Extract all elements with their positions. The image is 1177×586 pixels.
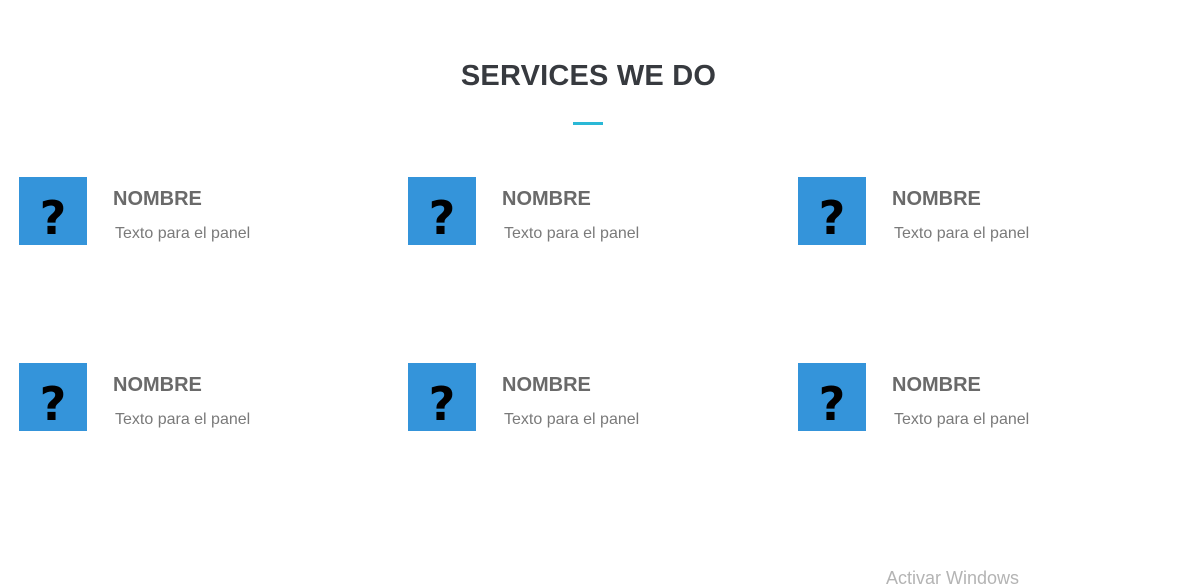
icon-glyph: ? bbox=[39, 191, 67, 245]
icon-glyph: ? bbox=[818, 191, 846, 245]
icon-glyph: ? bbox=[428, 377, 456, 431]
section-title: SERVICES WE DO bbox=[460, 60, 717, 92]
title-divider bbox=[573, 122, 603, 125]
question-mark-icon: ? bbox=[798, 177, 866, 245]
service-text: Texto para el panel bbox=[504, 225, 640, 242]
service-text: Texto para el panel bbox=[894, 225, 1030, 242]
service-text: Texto para el panel bbox=[504, 411, 640, 428]
service-name: NOMBRE bbox=[892, 374, 981, 396]
service-card: ? NOMBRE Texto para el panel bbox=[798, 177, 1158, 257]
question-mark-icon: ? bbox=[408, 177, 476, 245]
services-page: SERVICES WE DO ? NOMBRE Texto para el pa… bbox=[0, 0, 1177, 586]
service-card: ? NOMBRE Texto para el panel bbox=[19, 177, 379, 257]
question-mark-icon: ? bbox=[408, 363, 476, 431]
service-name: NOMBRE bbox=[502, 374, 591, 396]
service-text: Texto para el panel bbox=[894, 411, 1030, 428]
question-mark-icon: ? bbox=[19, 363, 87, 431]
service-card: ? NOMBRE Texto para el panel bbox=[408, 363, 768, 443]
service-card: ? NOMBRE Texto para el panel bbox=[19, 363, 379, 443]
activate-windows-watermark: Activar Windows bbox=[886, 568, 1020, 586]
service-name: NOMBRE bbox=[113, 374, 202, 396]
question-mark-icon: ? bbox=[19, 177, 87, 245]
question-mark-icon: ? bbox=[798, 363, 866, 431]
service-card: ? NOMBRE Texto para el panel bbox=[408, 177, 768, 257]
service-name: NOMBRE bbox=[892, 188, 981, 210]
service-name: NOMBRE bbox=[502, 188, 591, 210]
icon-glyph: ? bbox=[428, 191, 456, 245]
icon-glyph: ? bbox=[39, 377, 67, 431]
service-name: NOMBRE bbox=[113, 188, 202, 210]
service-text: Texto para el panel bbox=[115, 225, 251, 242]
icon-glyph: ? bbox=[818, 377, 846, 431]
service-card: ? NOMBRE Texto para el panel bbox=[798, 363, 1158, 443]
service-text: Texto para el panel bbox=[115, 411, 251, 428]
